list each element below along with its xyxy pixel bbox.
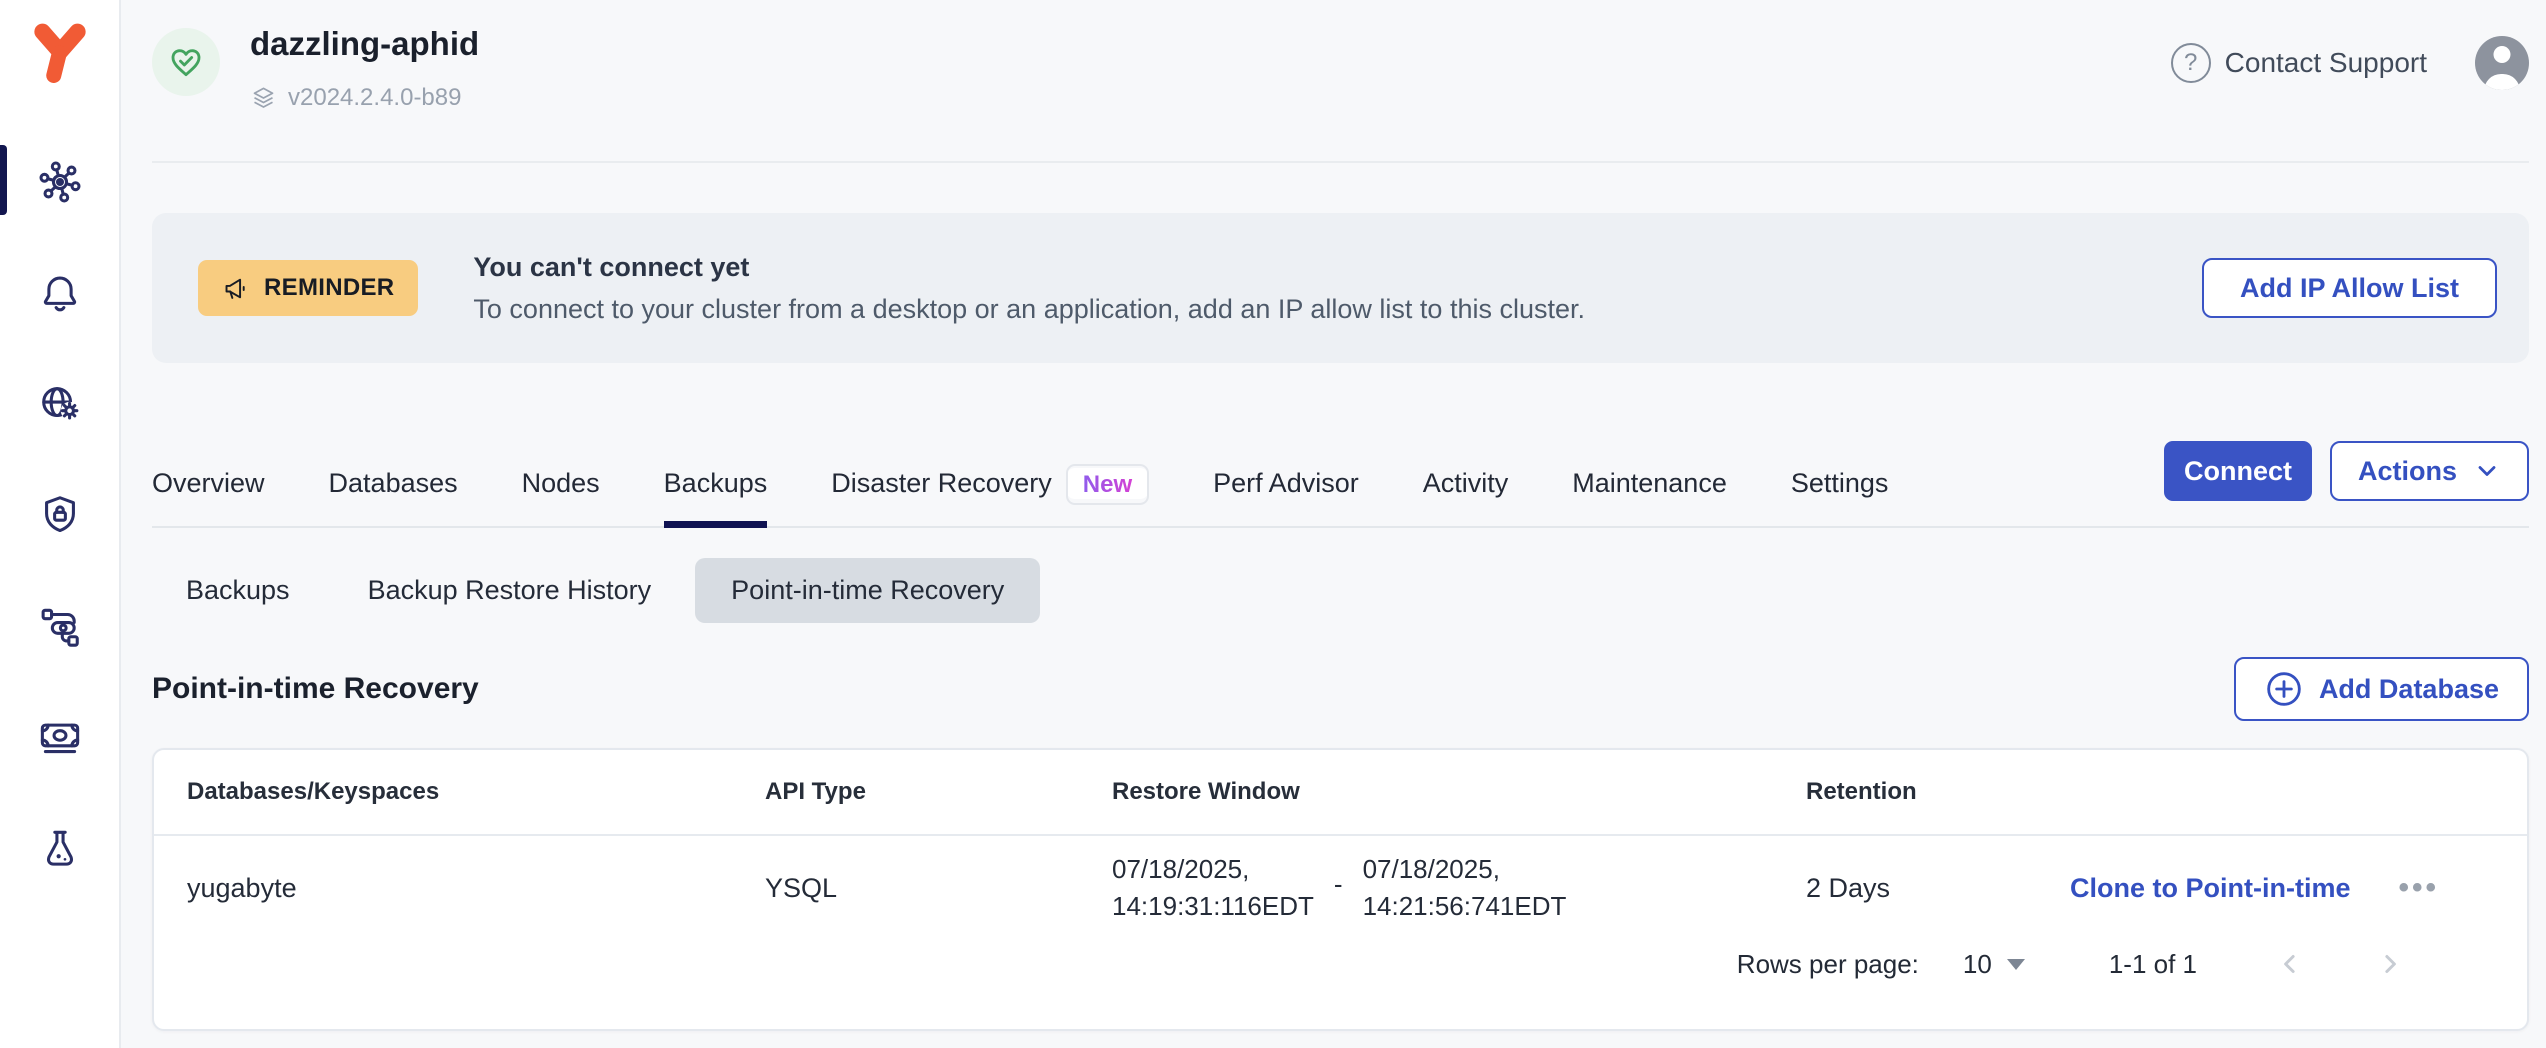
sidebar-item-clusters[interactable] [37, 159, 83, 205]
sidebar-item-labs[interactable] [37, 825, 83, 871]
tab-buttons: Connect Actions [2164, 441, 2529, 501]
cell-restore-window: 07/18/2025, 14:19:31:116EDT - 07/18/2025… [1112, 851, 1806, 925]
new-badge: New [1066, 464, 1149, 505]
col-header-databases: Databases/Keyspaces [187, 778, 765, 806]
cluster-version-row: v2024.2.4.0-b89 [250, 84, 479, 112]
tab-perf-advisor[interactable]: Perf Advisor [1213, 441, 1359, 526]
rows-per-page-label: Rows per page: [1737, 949, 1919, 980]
page-title: dazzling-aphid [250, 24, 479, 64]
yugabyte-logo-icon [30, 23, 90, 83]
chevron-right-icon [2375, 949, 2405, 979]
yugabyte-logo[interactable] [30, 26, 90, 80]
reminder-badge-label: REMINDER [264, 274, 394, 302]
tab-settings[interactable]: Settings [1791, 441, 1889, 526]
sidebar-item-integrations[interactable] [37, 603, 83, 649]
layers-icon [250, 85, 277, 112]
active-nav-indicator [0, 145, 7, 215]
add-database-button[interactable]: Add Database [2234, 657, 2529, 721]
labs-flask-icon [37, 825, 83, 871]
security-shield-lock-icon [37, 492, 83, 538]
avatar-person-icon [2494, 46, 2511, 63]
billing-banknote-icon [37, 714, 83, 760]
contact-support-label: Contact Support [2225, 47, 2427, 79]
reminder-banner: REMINDER You can't connect yet To connec… [152, 213, 2529, 363]
sidebar [0, 0, 121, 1048]
heart-check-icon [166, 42, 206, 82]
main-content: dazzling-aphid v2024.2.4.0-b89 ? Contact… [121, 0, 2546, 1031]
chevron-left-icon [2275, 949, 2305, 979]
sidebar-item-security[interactable] [37, 492, 83, 538]
cell-api-type: YSQL [765, 873, 1112, 904]
cluster-header: dazzling-aphid v2024.2.4.0-b89 ? Contact… [152, 0, 2529, 163]
sidebar-item-network[interactable] [37, 381, 83, 427]
tab-maintenance[interactable]: Maintenance [1572, 441, 1727, 526]
previous-page-button[interactable] [2275, 949, 2305, 979]
subtab-point-in-time-recovery[interactable]: Point-in-time Recovery [695, 558, 1040, 623]
subtab-backups[interactable]: Backups [152, 558, 324, 623]
chevron-down-icon [2473, 457, 2501, 485]
cell-retention: 2 Days [1806, 873, 2070, 904]
sidebar-item-alerts[interactable] [37, 270, 83, 316]
table-pagination: Rows per page: 10 1-1 of 1 [154, 942, 2527, 986]
megaphone-icon [222, 273, 253, 304]
tab-nodes[interactable]: Nodes [522, 441, 600, 526]
caret-down-icon [2007, 959, 2025, 970]
section-heading-row: Point-in-time Recovery Add Database [152, 656, 2529, 722]
user-avatar[interactable] [2475, 36, 2529, 90]
banner-title: You can't connect yet [473, 252, 1585, 283]
cluster-tabs: Overview Databases Nodes Backups Disaste… [152, 441, 2529, 528]
range-separator: - [1334, 866, 1343, 903]
banner-text: You can't connect yet To connect to your… [473, 252, 1585, 325]
add-ip-allow-list-button[interactable]: Add IP Allow List [2202, 258, 2497, 318]
sidebar-nav [0, 159, 119, 871]
col-header-retention: Retention [1806, 778, 2070, 806]
cluster-version: v2024.2.4.0-b89 [288, 84, 461, 112]
pagination-range: 1-1 of 1 [2109, 949, 2197, 980]
pitr-table-card: Databases/Keyspaces API Type Restore Win… [152, 748, 2529, 1031]
page: dazzling-aphid v2024.2.4.0-b89 ? Contact… [0, 0, 2546, 1048]
table-row: yugabyte YSQL 07/18/2025, 14:19:31:116ED… [154, 836, 2527, 940]
section-title: Point-in-time Recovery [152, 672, 479, 706]
restore-to: 07/18/2025, 14:21:56:741EDT [1363, 851, 1567, 925]
banner-message: To connect to your cluster from a deskto… [473, 294, 1585, 325]
cluster-hub-icon [37, 159, 83, 205]
notifications-bell-icon [37, 270, 83, 316]
actions-button[interactable]: Actions [2330, 441, 2529, 501]
table-header-row: Databases/Keyspaces API Type Restore Win… [154, 750, 2527, 836]
contact-support-link[interactable]: ? Contact Support [2171, 43, 2427, 83]
plus-circle-icon [2264, 669, 2304, 709]
connect-button[interactable]: Connect [2164, 441, 2312, 501]
tab-databases[interactable]: Databases [329, 441, 458, 526]
cell-database: yugabyte [187, 873, 765, 904]
cluster-title-block: dazzling-aphid v2024.2.4.0-b89 [250, 24, 479, 112]
cluster-identity: dazzling-aphid v2024.2.4.0-b89 [152, 24, 479, 112]
clone-to-point-in-time-link[interactable]: Clone to Point-in-time [2070, 873, 2350, 904]
tab-backups[interactable]: Backups [664, 441, 768, 526]
more-options-button[interactable]: ••• [2398, 878, 2439, 898]
sidebar-item-billing[interactable] [37, 714, 83, 760]
rows-per-page-select[interactable]: 10 [1963, 949, 2025, 980]
tab-disaster-recovery[interactable]: Disaster Recovery New [831, 441, 1149, 526]
header-actions: ? Contact Support [2171, 36, 2529, 90]
col-header-restore-window: Restore Window [1112, 778, 1806, 806]
backup-subtabs: Backups Backup Restore History Point-in-… [152, 558, 2529, 623]
reminder-badge: REMINDER [198, 260, 418, 316]
next-page-button[interactable] [2375, 949, 2405, 979]
question-circle-icon: ? [2171, 43, 2211, 83]
integrations-flow-icon [37, 603, 83, 649]
network-globe-gear-icon [37, 381, 83, 427]
cell-actions: Clone to Point-in-time ••• [2070, 873, 2527, 904]
cluster-health-badge [152, 28, 220, 96]
tab-overview[interactable]: Overview [152, 441, 265, 526]
restore-from: 07/18/2025, 14:19:31:116EDT [1112, 851, 1314, 925]
col-header-api-type: API Type [765, 778, 1112, 806]
subtab-backup-restore-history[interactable]: Backup Restore History [334, 558, 686, 623]
tab-activity[interactable]: Activity [1423, 441, 1509, 526]
